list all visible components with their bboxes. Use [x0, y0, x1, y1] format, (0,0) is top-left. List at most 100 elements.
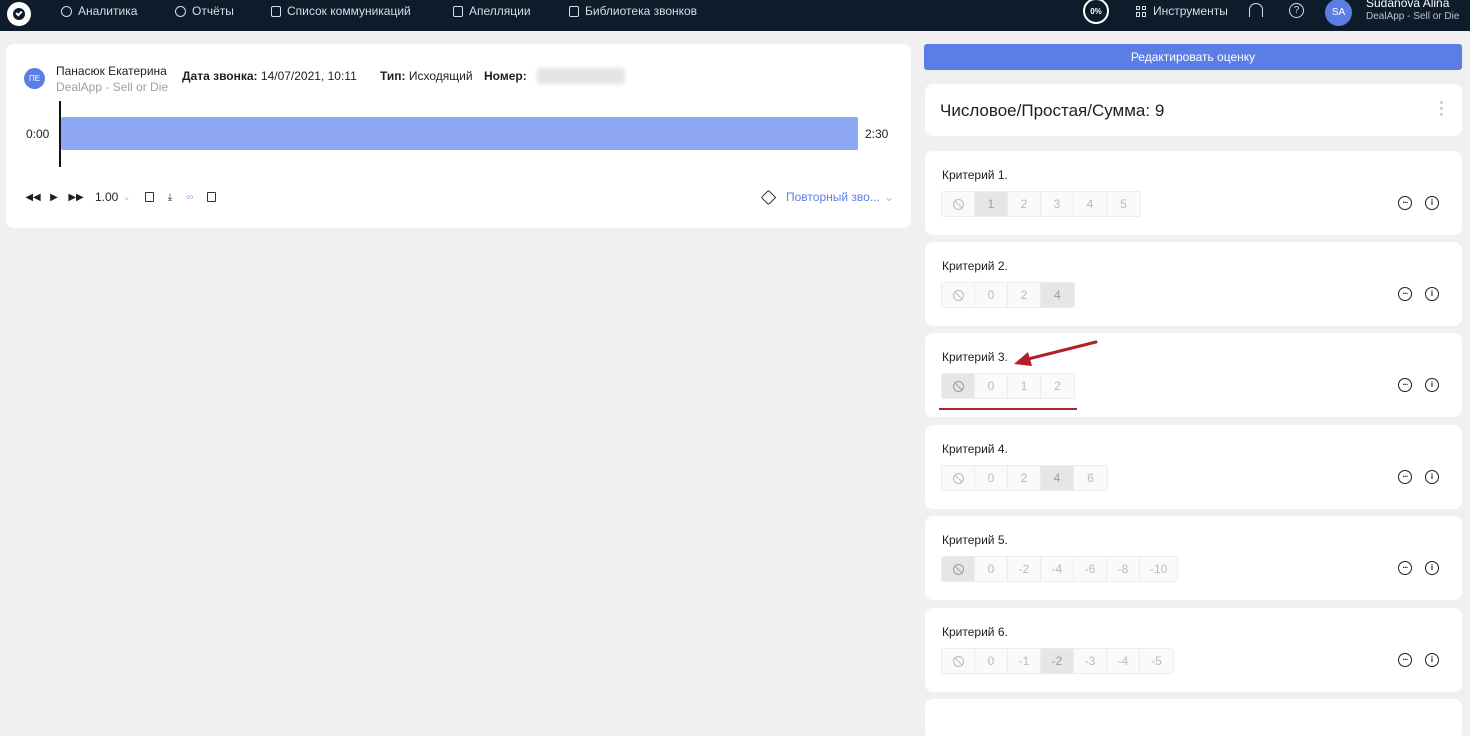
- option-not-applicable[interactable]: [942, 649, 975, 673]
- criterion-title: Критерий 2.: [942, 259, 1008, 273]
- rewind-icon[interactable]: ◀◀: [25, 192, 40, 203]
- criterion-card: Критерий 4. 0 2 4 6 ··· i: [925, 425, 1462, 509]
- option-not-applicable[interactable]: [942, 466, 975, 490]
- option[interactable]: -3: [1074, 649, 1107, 673]
- not-applicable-icon: [952, 289, 964, 301]
- criterion-options: 0 1 2: [941, 373, 1075, 399]
- option[interactable]: 0: [975, 557, 1008, 581]
- option[interactable]: 0: [975, 374, 1008, 398]
- option[interactable]: -4: [1107, 649, 1140, 673]
- option-selected[interactable]: 4: [1041, 283, 1074, 307]
- criterion-actions: ··· i: [1398, 287, 1439, 301]
- operator-name[interactable]: Панасюк Екатерина: [56, 64, 167, 78]
- progress-indicator[interactable]: 0%: [1083, 0, 1109, 24]
- option[interactable]: -1: [1008, 649, 1041, 673]
- notes-icon[interactable]: [144, 192, 154, 202]
- option[interactable]: 2: [1008, 192, 1041, 216]
- nav-analytics-label: Аналитика: [78, 4, 138, 18]
- option[interactable]: -2: [1008, 557, 1041, 581]
- nav-reports[interactable]: Отчёты: [175, 0, 234, 22]
- nav-analytics[interactable]: Аналитика: [61, 0, 137, 22]
- option-not-applicable[interactable]: [942, 283, 975, 307]
- option[interactable]: 2: [1008, 283, 1041, 307]
- info-icon[interactable]: i: [1425, 470, 1439, 484]
- call-player-card: ПЕ Панасюк Екатерина DealApp - Sell or D…: [6, 44, 911, 228]
- edit-evaluation-button[interactable]: Редактировать оценку: [924, 44, 1462, 70]
- info-icon[interactable]: i: [1425, 653, 1439, 667]
- option[interactable]: -10: [1140, 557, 1178, 581]
- option[interactable]: 1: [1008, 374, 1041, 398]
- audio-waveform[interactable]: [61, 117, 858, 150]
- option[interactable]: 0: [975, 466, 1008, 490]
- criterion-card: Критерий 2. 0 2 4 ··· i: [925, 242, 1462, 326]
- nav-reports-label: Отчёты: [192, 4, 234, 18]
- chevron-down-icon: ⌄: [883, 190, 894, 204]
- table-icon: [271, 5, 281, 17]
- info-icon[interactable]: i: [1425, 561, 1439, 575]
- option[interactable]: 3: [1041, 192, 1074, 216]
- criterion-options: 0 2 4: [941, 282, 1075, 308]
- option[interactable]: 6: [1074, 466, 1107, 490]
- comment-icon[interactable]: ···: [1398, 378, 1412, 392]
- empty-criterion-card: [925, 699, 1462, 736]
- nav-call-library[interactable]: Библиотека звонков: [569, 0, 697, 22]
- option[interactable]: -8: [1107, 557, 1140, 581]
- annotation-arrow-icon: [1014, 340, 1098, 366]
- option-selected[interactable]: -2: [1041, 649, 1074, 673]
- transcript-icon[interactable]: [207, 192, 217, 202]
- comment-icon[interactable]: ···: [1398, 561, 1412, 575]
- headset-icon[interactable]: [1249, 3, 1263, 17]
- option[interactable]: -6: [1074, 557, 1107, 581]
- repeat-call-dropdown[interactable]: Повторный зво... ⌄: [760, 189, 894, 205]
- criterion-actions: ··· i: [1398, 196, 1439, 210]
- playback-speed[interactable]: 1.00: [95, 190, 118, 204]
- nav-call-library-label: Библиотека звонков: [585, 4, 698, 18]
- playhead-cursor[interactable]: [59, 101, 61, 167]
- option[interactable]: 0: [975, 649, 1008, 673]
- call-date-value: 14/07/2021, 10:11: [260, 69, 357, 83]
- option[interactable]: 0: [975, 283, 1008, 307]
- comment-icon[interactable]: ···: [1398, 653, 1412, 667]
- info-icon[interactable]: i: [1425, 378, 1439, 392]
- nav-communications[interactable]: Список коммуникаций: [271, 0, 411, 22]
- appeal-document-icon: [453, 5, 463, 17]
- time-start: 0:00: [26, 127, 50, 141]
- download-icon[interactable]: ⤓: [168, 192, 172, 203]
- nav-appeals[interactable]: Апелляции: [453, 0, 531, 22]
- criterion-actions: ··· i: [1398, 470, 1439, 484]
- comment-icon[interactable]: ···: [1398, 196, 1412, 210]
- link-icon[interactable]: ∞: [186, 192, 193, 203]
- comment-icon[interactable]: ···: [1398, 287, 1412, 301]
- chevron-down-icon[interactable]: ⌄: [122, 192, 130, 203]
- not-applicable-icon: [952, 563, 964, 575]
- tools-menu[interactable]: Инструменты: [1136, 0, 1228, 22]
- option-selected[interactable]: 4: [1041, 466, 1074, 490]
- option[interactable]: -4: [1041, 557, 1074, 581]
- kebab-menu-icon[interactable]: [1440, 101, 1444, 116]
- annotation-underline: [939, 408, 1077, 410]
- option[interactable]: 4: [1074, 192, 1107, 216]
- player-controls: ◀◀ ▶ ▶▶ 1.00 ⌄ ⤓ ∞: [25, 190, 217, 204]
- option-not-applicable-selected[interactable]: [942, 374, 975, 398]
- user-name[interactable]: Sudanova Alina: [1366, 0, 1449, 10]
- call-type-value: Исходящий: [408, 69, 473, 83]
- help-icon[interactable]: ?: [1289, 3, 1304, 18]
- option[interactable]: 5: [1107, 192, 1140, 216]
- repeat-call-label: Повторный зво...: [786, 190, 880, 204]
- comment-icon[interactable]: ···: [1398, 470, 1412, 484]
- option-not-applicable-selected[interactable]: [942, 557, 975, 581]
- app-logo-icon[interactable]: [7, 2, 31, 26]
- not-applicable-icon: [952, 472, 964, 484]
- user-avatar[interactable]: SA: [1325, 0, 1352, 26]
- info-icon[interactable]: i: [1425, 287, 1439, 301]
- option[interactable]: -5: [1140, 649, 1173, 673]
- user-org: DealApp - Sell or Die: [1366, 11, 1460, 22]
- play-icon[interactable]: ▶: [49, 192, 59, 203]
- call-type: Тип: Исходящий: [380, 69, 473, 83]
- option[interactable]: 2: [1041, 374, 1074, 398]
- option[interactable]: 2: [1008, 466, 1041, 490]
- option-not-applicable[interactable]: [942, 192, 975, 216]
- option-selected[interactable]: 1: [975, 192, 1008, 216]
- fast-forward-icon[interactable]: ▶▶: [68, 192, 83, 203]
- info-icon[interactable]: i: [1425, 196, 1439, 210]
